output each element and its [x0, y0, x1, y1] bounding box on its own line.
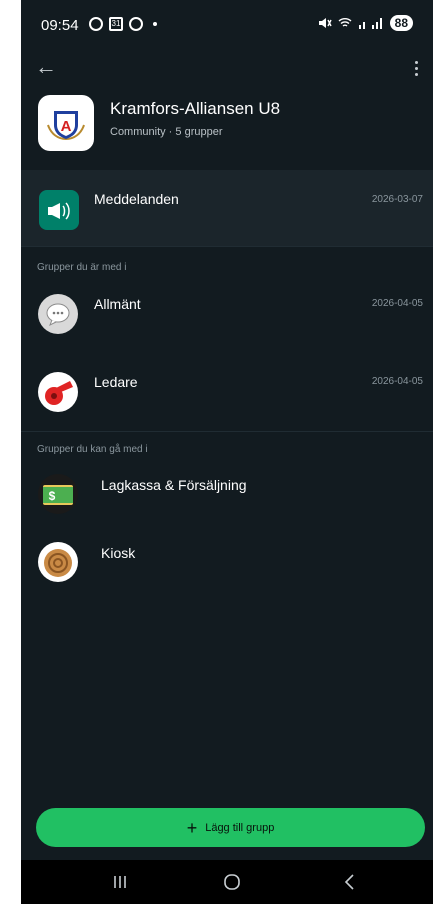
- announcements-date: 2026-03-07: [371, 194, 423, 205]
- whistle-icon: [38, 372, 78, 412]
- joined-section-label: Grupper du är med i: [37, 262, 127, 273]
- add-group-button[interactable]: + Lägg till grupp: [36, 808, 425, 847]
- group-name: Kiosk: [101, 545, 136, 561]
- battery-indicator: 88: [389, 15, 413, 31]
- notification-icons: 31: [89, 17, 157, 31]
- community-name: Kramfors-Alliansen U8: [110, 99, 281, 118]
- group-row-ledare[interactable]: Ledare 2026-04-05: [21, 362, 433, 422]
- whatsapp-icon: [89, 17, 103, 31]
- group-date: 2026-04-05: [371, 376, 423, 387]
- wifi-icon: [338, 18, 352, 27]
- cinnamon-bun-icon: [38, 542, 78, 582]
- group-name: Ledare: [94, 374, 138, 390]
- group-row-kiosk[interactable]: Kiosk: [21, 536, 433, 596]
- crest-letter: A: [61, 118, 72, 135]
- messenger-icon: [129, 17, 143, 31]
- calendar-icon: 31: [109, 17, 123, 31]
- more-notifications-icon: [153, 22, 157, 26]
- status-bar: 09:54 31 88: [21, 0, 433, 56]
- system-icons: 88: [318, 15, 413, 31]
- top-app-bar: ←: [21, 56, 433, 84]
- divider: [21, 246, 433, 247]
- group-row-lagkassa[interactable]: $ Lagkassa & Försäljning: [21, 468, 433, 528]
- community-header[interactable]: A Kramfors-Alliansen U8 Community · 5 gr…: [21, 92, 433, 162]
- mute-icon: [318, 18, 332, 28]
- announcements-row[interactable]: Meddelanden 2026-03-07: [21, 170, 433, 246]
- club-crest-icon: A: [47, 111, 85, 141]
- speech-bubble-icon: [38, 294, 78, 334]
- community-screen: 09:54 31 88 ← A Kramfors-Alliansen U8 Co…: [21, 0, 433, 904]
- plus-icon: +: [186, 817, 198, 838]
- svg-text:$: $: [49, 489, 56, 503]
- group-name: Allmänt: [94, 296, 141, 312]
- group-name: Lagkassa & Försäljning: [101, 477, 247, 493]
- group-date: 2026-04-05: [371, 298, 423, 309]
- community-logo: A: [38, 95, 94, 151]
- megaphone-icon: [39, 190, 79, 230]
- recent-apps-icon[interactable]: [108, 870, 132, 894]
- joinable-section-label: Grupper du kan gå med i: [37, 444, 148, 455]
- group-row-allmant[interactable]: Allmänt 2026-04-05: [21, 284, 433, 344]
- divider: [21, 431, 433, 432]
- home-icon[interactable]: [220, 870, 244, 894]
- back-arrow-icon[interactable]: ←: [35, 56, 59, 80]
- back-nav-icon[interactable]: [338, 870, 362, 894]
- add-group-label: Lägg till grupp: [205, 821, 275, 834]
- system-navigation-bar: [21, 860, 433, 904]
- community-subtitle: Community · 5 grupper: [110, 126, 223, 138]
- announcements-title: Meddelanden: [94, 191, 179, 207]
- money-icon: $: [38, 474, 78, 514]
- status-time: 09:54: [41, 17, 79, 34]
- signal-icon: [358, 18, 382, 29]
- more-options-icon[interactable]: [409, 56, 423, 80]
